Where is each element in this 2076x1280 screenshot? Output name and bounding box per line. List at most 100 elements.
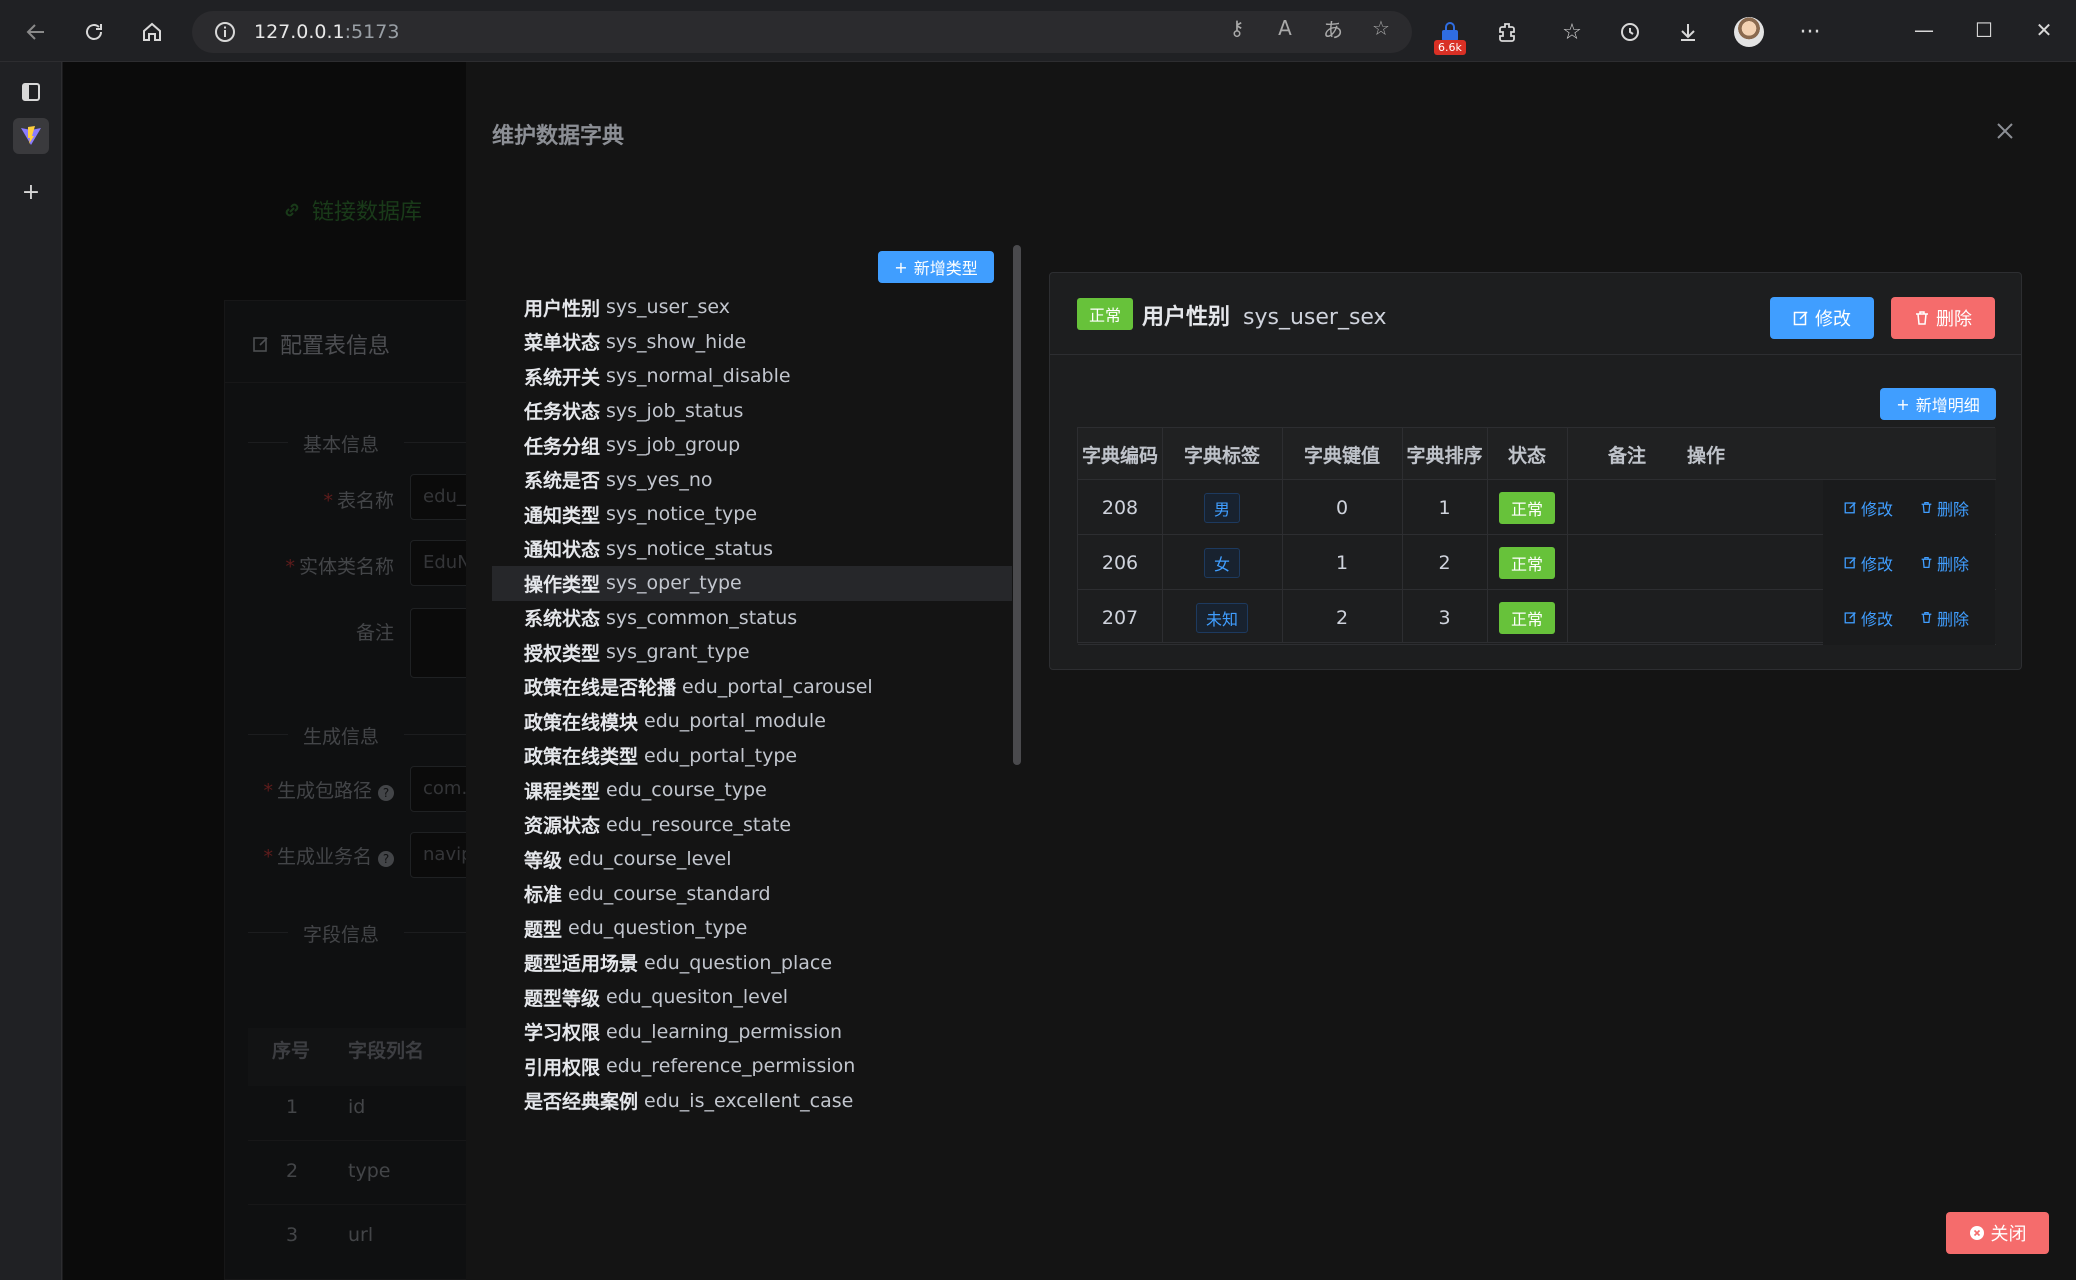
dict-type-code: sys_job_status: [606, 400, 743, 422]
row-delete-link[interactable]: 删除: [1920, 480, 1969, 535]
dict-type-code: sys_oper_type: [606, 572, 742, 594]
close-drawer-button[interactable]: 关闭: [1946, 1212, 2049, 1254]
more-icon[interactable]: ···: [1794, 16, 1826, 48]
dict-type-item[interactable]: 题型适用场景 edu_question_place: [492, 946, 1012, 981]
dict-type-code: edu_reference_permission: [606, 1055, 855, 1077]
dict-type-name: 系统是否: [524, 466, 600, 493]
info-icon[interactable]: [214, 21, 236, 43]
dict-type-item[interactable]: 系统是否 sys_yes_no: [492, 463, 1012, 498]
favorites-icon[interactable]: ☆: [1556, 16, 1588, 48]
dict-type-item[interactable]: 通知类型sys_notice_type: [492, 497, 1012, 532]
dict-type-item[interactable]: 系统开关sys_normal_disable: [492, 359, 1012, 394]
add-favorite-icon[interactable]: ☆: [1366, 13, 1396, 43]
dict-type-name: 题型适用场景: [524, 949, 638, 976]
edit-type-button-label: 修改: [1815, 305, 1851, 331]
dict-type-item[interactable]: 资源状态edu_resource_state: [492, 808, 1012, 843]
refresh-icon[interactable]: [76, 14, 112, 50]
dict-type-item[interactable]: 系统状态sys_common_status: [492, 601, 1012, 636]
row-delete-link[interactable]: 删除: [1920, 590, 1969, 645]
dict-type-code: sys_yes_no: [606, 469, 713, 491]
cell-status: 正常: [1487, 590, 1567, 645]
dict-detail-table: 字典编码 字典标签 字典键值 字典排序 状态 备注 操作 208男01正常修改删…: [1077, 427, 1995, 643]
minimize-icon[interactable]: —: [1906, 14, 1942, 46]
dict-type-item[interactable]: 题型等级edu_quesiton_level: [492, 980, 1012, 1015]
extension-badge: 6.6k: [1434, 40, 1466, 55]
new-detail-button-label: 新增明细: [1916, 392, 1980, 416]
header-dict-sort: 字典排序: [1402, 428, 1487, 480]
row-delete-label: 删除: [1937, 551, 1969, 575]
home-icon[interactable]: [134, 14, 170, 50]
download-icon[interactable]: [1672, 16, 1704, 48]
read-aloud-icon[interactable]: A: [1270, 13, 1300, 43]
dict-type-name: 政策在线是否轮播: [524, 673, 676, 700]
dict-type-item[interactable]: 操作类型sys_oper_type: [492, 566, 1012, 601]
row-delete-label: 删除: [1937, 496, 1969, 520]
dict-type-name: 标准: [524, 880, 562, 907]
back-icon[interactable]: [18, 14, 54, 50]
drawer-close-icon[interactable]: [1990, 116, 2020, 146]
cell-dict-code: 208: [1078, 480, 1162, 535]
dict-list-scrollbar[interactable]: [1013, 245, 1021, 765]
dict-type-item[interactable]: 政策在线是否轮播edu_portal_carousel: [492, 670, 1012, 705]
key-icon[interactable]: ⚷: [1222, 13, 1252, 43]
new-type-button-label: 新增类型: [914, 255, 978, 279]
dict-type-item[interactable]: 任务分组sys_job_group: [492, 428, 1012, 463]
new-tab-icon[interactable]: +: [13, 174, 49, 210]
dict-type-item[interactable]: 标准 edu_course_standard: [492, 877, 1012, 912]
dict-type-name: 等级: [524, 846, 562, 873]
tab-actions-icon[interactable]: [13, 74, 49, 110]
detail-header-divider: [1049, 354, 2022, 355]
dict-type-item[interactable]: 菜单状态sys_show_hide: [492, 325, 1012, 360]
dict-type-item[interactable]: 通知状态sys_notice_status: [492, 532, 1012, 567]
dict-type-item[interactable]: 引用权限 edu_reference_permission: [492, 1049, 1012, 1084]
dict-type-list: 用户性别sys_user_sex菜单状态sys_show_hide系统开关sys…: [492, 290, 1012, 1118]
row-edit-label: 修改: [1861, 551, 1893, 575]
profile-avatar[interactable]: [1734, 17, 1764, 47]
dict-type-code: sys_job_group: [606, 434, 740, 456]
dict-type-item[interactable]: 授权类型sys_grant_type: [492, 635, 1012, 670]
dict-type-item[interactable]: 政策在线类型edu_portal_type: [492, 739, 1012, 774]
dict-type-item[interactable]: 是否经典案例edu_is_excellent_case: [492, 1084, 1012, 1119]
drawer-title: 维护数据字典: [492, 118, 624, 150]
plus-icon: +: [894, 258, 907, 277]
window-close-icon[interactable]: ✕: [2026, 14, 2062, 46]
extensions-icon[interactable]: [1492, 16, 1524, 48]
modal-overlay[interactable]: [63, 62, 466, 1280]
dict-type-item[interactable]: 任务状态 sys_job_status: [492, 394, 1012, 429]
table-row: 207未知23正常修改删除: [1078, 590, 1996, 645]
delete-type-button[interactable]: 删除: [1891, 297, 1995, 339]
dict-type-code: edu_question_place: [644, 952, 832, 974]
dict-type-code: edu_question_type: [568, 917, 747, 939]
row-edit-link[interactable]: 修改: [1844, 590, 1893, 645]
detail-title: 用户性别 sys_user_sex: [1142, 299, 1387, 331]
dict-type-item[interactable]: 等级edu_course_level: [492, 842, 1012, 877]
dict-type-name: 系统开关: [524, 363, 600, 390]
dict-type-item[interactable]: 题型 edu_question_type: [492, 911, 1012, 946]
status-tag: 正常: [1499, 547, 1555, 579]
row-delete-link[interactable]: 删除: [1920, 535, 1969, 590]
url-port: :5173: [345, 21, 400, 43]
dict-type-name: 任务状态: [524, 397, 600, 424]
edit-type-button[interactable]: 修改: [1770, 297, 1874, 339]
dict-type-item[interactable]: 学习权限edu_learning_permission: [492, 1015, 1012, 1050]
new-type-button[interactable]: + 新增类型: [878, 251, 994, 283]
row-edit-link[interactable]: 修改: [1844, 480, 1893, 535]
row-edit-link[interactable]: 修改: [1844, 535, 1893, 590]
dict-type-item[interactable]: 课程类型edu_course_type: [492, 773, 1012, 808]
translate-icon[interactable]: あ: [1318, 13, 1348, 43]
dict-type-item[interactable]: 用户性别sys_user_sex: [492, 290, 1012, 325]
dict-type-name: 题型: [524, 915, 562, 942]
history-icon[interactable]: [1614, 16, 1646, 48]
dict-type-item[interactable]: 政策在线模块edu_portal_module: [492, 704, 1012, 739]
cell-dict-label: 男: [1162, 480, 1282, 535]
status-tag: 正常: [1499, 492, 1555, 524]
address-url: 127.0.0.1:5173: [254, 21, 399, 43]
new-detail-button[interactable]: + 新增明细: [1880, 388, 1996, 420]
header-actions: 操作: [1648, 428, 1764, 480]
dict-type-name: 引用权限: [524, 1053, 600, 1080]
vite-tab-icon[interactable]: [13, 118, 49, 154]
dict-type-code: edu_course_standard: [568, 883, 771, 905]
maximize-icon[interactable]: ☐: [1966, 14, 2002, 46]
detail-title-name: 用户性别: [1142, 305, 1230, 330]
cell-dict-label: 未知: [1162, 590, 1282, 645]
